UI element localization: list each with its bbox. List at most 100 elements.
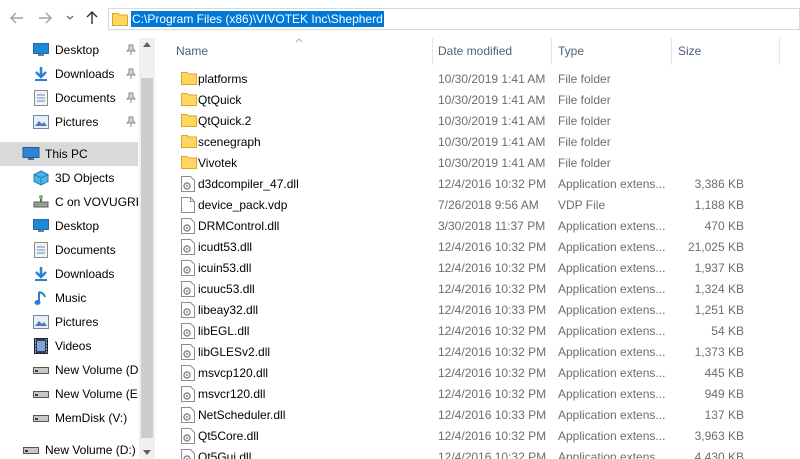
- file-row[interactable]: icudt53.dll 12/4/2016 10:32 PM Application…: [170, 237, 780, 258]
- nav-item-pictures-quick[interactable]: Pictures: [0, 110, 138, 134]
- file-date-modified: 10/30/2019 1:41 AM: [438, 156, 546, 170]
- file-row[interactable]: msvcr120.dll 12/4/2016 10:32 PM Applicatio…: [170, 384, 780, 405]
- file-type: Application extens...: [558, 324, 666, 338]
- pin-icon: [125, 68, 137, 80]
- file-name[interactable]: QtQuick.2: [198, 111, 428, 132]
- file-row[interactable]: Qt5Core.dll 12/4/2016 10:32 PM Application…: [170, 426, 780, 447]
- file-name[interactable]: Qt5Gui.dll: [198, 447, 428, 459]
- file-row[interactable]: d3dcompiler_47.dll 12/4/2016 10:32 PM Appl…: [170, 174, 780, 195]
- file-row[interactable]: scenegraph 10/30/2019 1:41 AM File folder: [170, 132, 780, 153]
- column-header-size[interactable]: Size: [672, 38, 780, 65]
- nav-item-documents-quick[interactable]: Documents: [0, 86, 138, 110]
- file-name[interactable]: DRMControl.dll: [198, 216, 428, 237]
- file-size: 1,251 KB: [694, 303, 744, 317]
- drive-icon: [32, 385, 50, 403]
- file-row[interactable]: libEGL.dll 12/4/2016 10:32 PM Application …: [170, 321, 780, 342]
- file-name[interactable]: platforms: [198, 69, 428, 90]
- file-name[interactable]: device_pack.vdp: [198, 195, 428, 216]
- file-type: Application extens...: [558, 240, 666, 254]
- navigation-scrollbar[interactable]: [139, 38, 155, 459]
- nav-item-3d-objects[interactable]: 3D Objects: [0, 166, 138, 190]
- nav-item-documents[interactable]: Documents: [0, 238, 138, 262]
- file-size: 54 KB: [711, 324, 744, 338]
- file-row[interactable]: platforms 10/30/2019 1:41 AM File folder: [170, 69, 780, 90]
- pictures-icon: [32, 313, 50, 331]
- nav-item-label: 3D Objects: [55, 171, 115, 185]
- file-type: Application extens...: [558, 261, 666, 275]
- nav-item-drive-d-root[interactable]: New Volume (D:): [0, 438, 138, 459]
- scroll-down-arrow-icon[interactable]: [143, 450, 151, 455]
- file-type: File folder: [558, 93, 611, 107]
- dll-icon: [181, 344, 197, 360]
- nav-item-drive-d[interactable]: New Volume (D:: [0, 358, 138, 382]
- nav-item-desktop-quick[interactable]: Desktop: [0, 38, 138, 62]
- file-name[interactable]: libEGL.dll: [198, 321, 428, 342]
- nav-item-label: Documents: [55, 91, 116, 105]
- nav-item-this-pc[interactable]: This PC: [0, 142, 138, 166]
- up-arrow-icon[interactable]: [84, 9, 100, 27]
- nav-item-drive-e[interactable]: New Volume (E:): [0, 382, 138, 406]
- file-row[interactable]: QtQuick.2 10/30/2019 1:41 AM File folder: [170, 111, 780, 132]
- file-row[interactable]: Qt5Gui.dll 12/4/2016 10:32 PM Application …: [170, 447, 780, 459]
- nav-item-drive-v[interactable]: MemDisk (V:): [0, 406, 138, 430]
- dll-icon: [181, 302, 197, 318]
- file-row[interactable]: icuuc53.dll 12/4/2016 10:32 PM Application…: [170, 279, 780, 300]
- file-name[interactable]: d3dcompiler_47.dll: [198, 174, 428, 195]
- nav-item-label: MemDisk (V:): [55, 411, 128, 425]
- file-name[interactable]: msvcp120.dll: [198, 363, 428, 384]
- documents-icon: [32, 89, 50, 107]
- file-row[interactable]: QtQuick 10/30/2019 1:41 AM File folder: [170, 90, 780, 111]
- file-name[interactable]: msvcr120.dll: [198, 384, 428, 405]
- this-pc-icon: [22, 145, 40, 163]
- nav-item-videos[interactable]: Videos: [0, 334, 138, 358]
- file-name[interactable]: scenegraph: [198, 132, 428, 153]
- nav-item-label: Desktop: [55, 43, 100, 57]
- file-icon: [181, 197, 197, 213]
- file-name[interactable]: icuin53.dll: [198, 258, 428, 279]
- drive-icon: [32, 361, 50, 379]
- nav-item-label: Downloads: [55, 267, 115, 281]
- nav-item-label: Documents: [55, 243, 116, 257]
- scroll-up-arrow-icon[interactable]: [143, 42, 151, 47]
- file-name[interactable]: icuuc53.dll: [198, 279, 428, 300]
- nav-item-downloads-quick[interactable]: Downloads: [0, 62, 138, 86]
- nav-item-desktop[interactable]: Desktop: [0, 214, 138, 238]
- file-type: Application extens...: [558, 450, 666, 459]
- file-row[interactable]: Vivotek 10/30/2019 1:41 AM File folder: [170, 153, 780, 174]
- file-name[interactable]: NetScheduler.dll: [198, 405, 428, 426]
- scrollbar-thumb[interactable]: [141, 78, 153, 438]
- back-arrow-icon[interactable]: [9, 9, 25, 27]
- file-row[interactable]: libeay32.dll 12/4/2016 10:33 PM Applicatio…: [170, 300, 780, 321]
- file-row[interactable]: icuin53.dll 12/4/2016 10:32 PM Application…: [170, 258, 780, 279]
- recent-locations-chevron-icon[interactable]: [62, 9, 78, 27]
- file-date-modified: 12/4/2016 10:32 PM: [438, 366, 547, 380]
- column-header-type[interactable]: Type: [552, 38, 672, 65]
- nav-item-network-drive[interactable]: C on VOVUGREG: [0, 190, 138, 214]
- file-size: 4,430 KB: [694, 450, 744, 459]
- file-row[interactable]: msvcp120.dll 12/4/2016 10:32 PM Applicatio…: [170, 363, 780, 384]
- file-name[interactable]: Vivotek: [198, 153, 428, 174]
- file-name[interactable]: icudt53.dll: [198, 237, 428, 258]
- network-drive-icon: [32, 193, 50, 211]
- file-row[interactable]: device_pack.vdp 7/26/2018 9:56 AM VDP File…: [170, 195, 780, 216]
- folder-icon: [181, 92, 197, 108]
- file-name[interactable]: Qt5Core.dll: [198, 426, 428, 447]
- file-row[interactable]: NetScheduler.dll 12/4/2016 10:33 PM Applic…: [170, 405, 780, 426]
- dll-icon: [181, 365, 197, 381]
- file-name[interactable]: QtQuick: [198, 90, 428, 111]
- file-name[interactable]: libeay32.dll: [198, 300, 428, 321]
- column-header-name[interactable]: Name: [170, 38, 433, 65]
- column-header-date-modified[interactable]: Date modified: [432, 38, 552, 65]
- file-size: 445 KB: [704, 366, 744, 380]
- nav-item-downloads[interactable]: Downloads: [0, 262, 138, 286]
- address-bar[interactable]: C:\Program Files (x86)\VIVOTEK Inc\Sheph…: [108, 8, 800, 30]
- file-row[interactable]: DRMControl.dll 3/30/2018 11:37 PM Applicat…: [170, 216, 780, 237]
- nav-item-pictures[interactable]: Pictures: [0, 310, 138, 334]
- file-name[interactable]: libGLESv2.dll: [198, 342, 428, 363]
- address-path-text[interactable]: C:\Program Files (x86)\VIVOTEK Inc\Sheph…: [131, 11, 384, 27]
- forward-arrow-icon[interactable]: [37, 9, 53, 27]
- nav-item-music[interactable]: Music: [0, 286, 138, 310]
- dll-icon: [181, 386, 197, 402]
- nav-item-label: Music: [55, 291, 87, 305]
- file-row[interactable]: libGLESv2.dll 12/4/2016 10:32 PM Applicati…: [170, 342, 780, 363]
